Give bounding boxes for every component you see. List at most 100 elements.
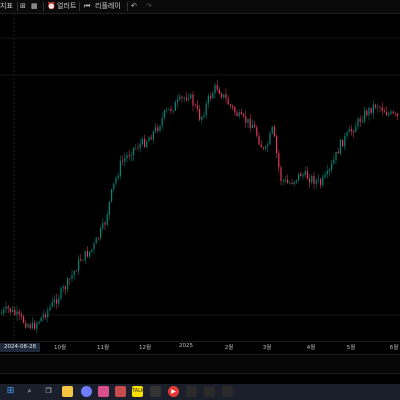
separator bbox=[17, 2, 18, 11]
indicators-label[interactable]: 지표 bbox=[0, 0, 13, 13]
alert-icon[interactable]: ⏰ bbox=[47, 0, 56, 13]
price-chart[interactable] bbox=[0, 14, 400, 341]
candle-body bbox=[7, 306, 9, 309]
candle-body bbox=[159, 125, 161, 131]
candle-body bbox=[97, 237, 99, 239]
candle-body bbox=[238, 112, 240, 117]
candle-body bbox=[38, 321, 40, 324]
templates-icon[interactable]: ▦ bbox=[31, 0, 38, 13]
candle-body bbox=[185, 97, 187, 100]
candle-body bbox=[130, 155, 132, 157]
candle-body bbox=[247, 118, 249, 123]
candle-body bbox=[161, 117, 163, 126]
candle-body bbox=[339, 139, 341, 154]
x-tick-label: 12월 bbox=[138, 345, 152, 351]
candle-body bbox=[5, 306, 7, 310]
candle-body bbox=[300, 173, 302, 177]
app-icon[interactable] bbox=[222, 386, 233, 397]
candle-body bbox=[212, 93, 214, 99]
replay-label[interactable]: 리플레이 bbox=[95, 0, 121, 13]
candle-body bbox=[168, 108, 170, 110]
candle-body bbox=[113, 183, 115, 190]
candle-body bbox=[240, 112, 242, 115]
candle-body bbox=[278, 153, 280, 168]
task-view-icon[interactable]: ❐ bbox=[43, 386, 54, 397]
candle-body bbox=[251, 124, 253, 128]
candle-body bbox=[47, 309, 49, 318]
candle-body bbox=[313, 175, 315, 184]
candle-body bbox=[179, 96, 181, 100]
file-explorer-icon[interactable] bbox=[62, 386, 73, 397]
app-icon[interactable] bbox=[186, 386, 197, 397]
kakaotalk-icon[interactable]: TALK bbox=[132, 386, 144, 397]
taskbar: ⊞ ⌕ ❐ TALK ▶ bbox=[0, 384, 400, 400]
candle-body bbox=[135, 147, 137, 149]
alert-label[interactable]: 얼러트 bbox=[57, 0, 76, 13]
app-icon[interactable] bbox=[115, 386, 126, 397]
x-tick-label: 2월 bbox=[224, 345, 234, 351]
candle-body bbox=[315, 180, 317, 184]
x-tick-label: 3월 bbox=[262, 345, 272, 351]
app-icon[interactable] bbox=[150, 386, 161, 397]
candle-body bbox=[45, 314, 47, 318]
candle-body bbox=[262, 147, 264, 149]
windows-icon[interactable]: ⊞ bbox=[5, 386, 16, 397]
candle-body bbox=[394, 113, 396, 114]
candle-body bbox=[199, 108, 201, 120]
candle-body bbox=[174, 102, 176, 111]
candle-body bbox=[271, 126, 273, 134]
candle-body bbox=[397, 113, 399, 117]
candle-body bbox=[331, 163, 333, 170]
candle-body bbox=[216, 85, 218, 90]
candle-body bbox=[377, 107, 379, 108]
candle-body bbox=[78, 259, 80, 272]
candle-body bbox=[190, 94, 192, 99]
replay-icon[interactable]: ⏮ bbox=[84, 0, 90, 13]
candle-body bbox=[91, 249, 93, 252]
candle-body bbox=[353, 131, 355, 133]
candle-body bbox=[115, 177, 117, 184]
cursor-date-label: 2024-08-28 bbox=[0, 343, 40, 352]
candle-body bbox=[58, 298, 60, 304]
candle-body bbox=[69, 278, 71, 280]
candle-body bbox=[31, 322, 33, 329]
candle-body bbox=[71, 275, 73, 280]
separator bbox=[43, 2, 44, 11]
youtube-icon[interactable]: ▶ bbox=[168, 386, 179, 397]
candle-body bbox=[34, 322, 36, 329]
candle-body bbox=[366, 110, 368, 116]
candle-body bbox=[75, 270, 77, 272]
candle-body bbox=[188, 98, 190, 100]
candle-body bbox=[157, 127, 159, 131]
app-icon[interactable] bbox=[204, 386, 215, 397]
redo-icon[interactable]: ↷ bbox=[146, 0, 152, 13]
layout-icon[interactable]: ⊞ bbox=[20, 0, 26, 13]
chrome-icon[interactable] bbox=[81, 386, 92, 397]
x-tick-label: 11월 bbox=[96, 345, 110, 351]
search-icon[interactable]: ⌕ bbox=[24, 386, 35, 397]
candle-body bbox=[181, 96, 183, 98]
candle-body bbox=[370, 107, 372, 113]
candle-body bbox=[269, 133, 271, 145]
candle-body bbox=[225, 94, 227, 99]
candle-body bbox=[320, 179, 322, 185]
candle-body bbox=[111, 189, 113, 202]
candle-body bbox=[194, 105, 196, 107]
candle-body bbox=[183, 97, 185, 99]
candle-body bbox=[62, 286, 64, 289]
undo-icon[interactable]: ↶ bbox=[131, 0, 137, 13]
candle-body bbox=[53, 299, 55, 302]
candle-body bbox=[177, 99, 179, 103]
candle-body bbox=[203, 115, 205, 117]
candle-body bbox=[357, 118, 359, 127]
candle-body bbox=[25, 322, 27, 328]
candle-body bbox=[317, 179, 319, 181]
app-icon[interactable] bbox=[98, 386, 109, 397]
candle-body bbox=[311, 175, 313, 183]
candle-body bbox=[137, 147, 139, 149]
x-tick-label: 5월 bbox=[346, 345, 356, 351]
candle-body bbox=[229, 104, 231, 106]
candle-body bbox=[205, 103, 207, 116]
candle-body bbox=[287, 179, 289, 183]
candle-body bbox=[267, 144, 269, 147]
